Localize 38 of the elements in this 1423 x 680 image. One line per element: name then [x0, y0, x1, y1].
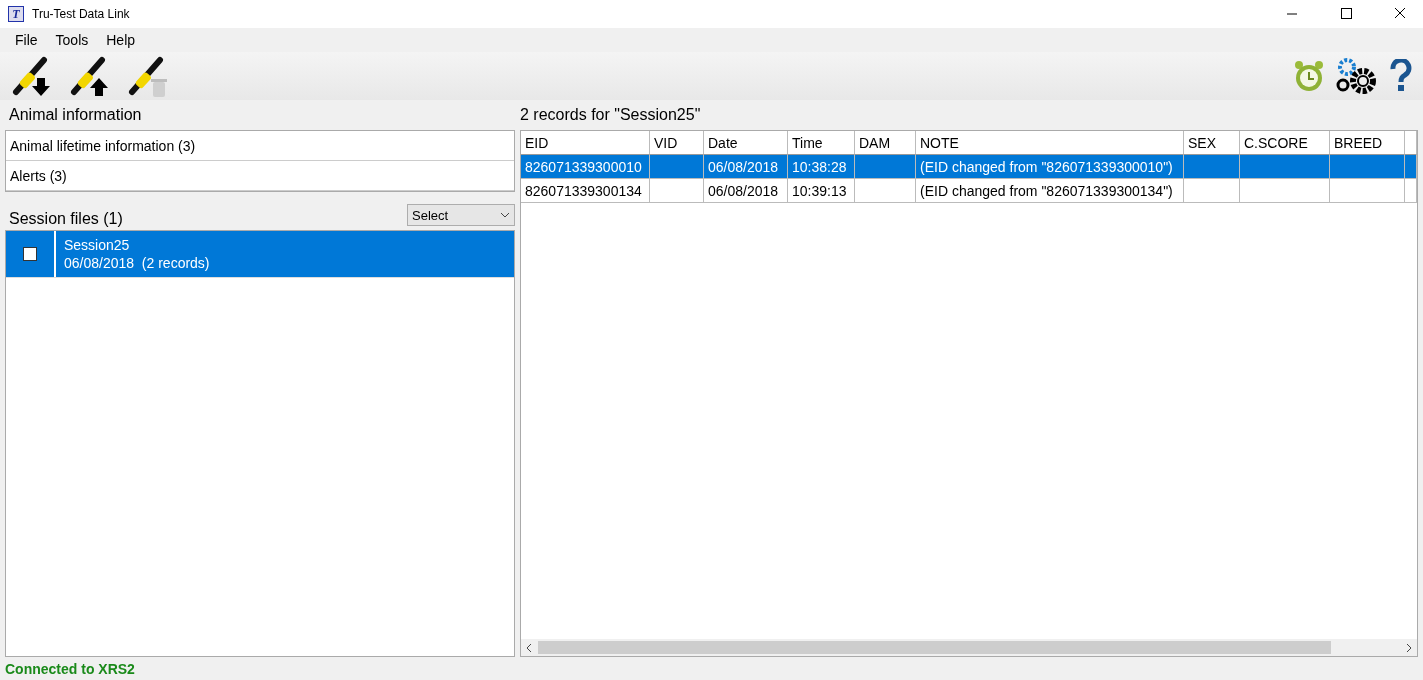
checkbox[interactable] [23, 247, 37, 261]
table-cell [855, 155, 916, 179]
session-name: Session25 [64, 237, 131, 253]
window-title: Tru-Test Data Link [32, 7, 131, 21]
alarm-clock-icon[interactable] [1293, 59, 1325, 93]
table-cell [1184, 155, 1240, 179]
table-cell: 10:38:28 [788, 155, 855, 179]
table-cell [855, 179, 916, 203]
section-title: Animal information [8, 105, 143, 125]
section-title: Session files (1) [8, 210, 123, 228]
settings-icon[interactable] [1335, 57, 1379, 95]
table-cell: 06/08/2018 [704, 155, 788, 179]
table-cell [1184, 179, 1240, 203]
table-cell: 826071339300010 [521, 155, 650, 179]
table-cell: (EID changed from "826071339300010") [916, 155, 1184, 179]
session-details: 06/08/2018 (2 records) [64, 255, 210, 271]
scanner-delete-icon[interactable] [126, 54, 170, 98]
table-cell: 826071339300134 [521, 179, 650, 203]
app-logo: T [8, 6, 24, 22]
connection-status: Connected to XRS2 [4, 659, 136, 679]
info-list-item[interactable]: Animal lifetime information (3) [6, 131, 514, 161]
menu-item[interactable]: Help [97, 32, 145, 48]
info-list-item[interactable]: Alerts (3) [6, 161, 514, 191]
table-cell [1405, 179, 1417, 203]
horizontal-scrollbar[interactable] [521, 639, 1417, 656]
table-cell [650, 155, 704, 179]
table-cell [650, 179, 704, 203]
table-cell: 06/08/2018 [704, 179, 788, 203]
table-cell [1405, 155, 1417, 179]
select-dropdown[interactable]: Select [407, 204, 515, 226]
table-cell: 10:39:13 [788, 179, 855, 203]
session-row[interactable]: Session25 06/08/2018 (2 records) [6, 231, 514, 278]
menu-item[interactable]: File [6, 32, 47, 48]
records-title: 2 records for "Session25" [520, 105, 702, 125]
menu-item[interactable]: Tools [46, 32, 98, 48]
help-icon[interactable] [1389, 59, 1413, 93]
table-cell: (EID changed from "826071339300134") [916, 179, 1184, 203]
chevron-down-icon [500, 212, 510, 218]
